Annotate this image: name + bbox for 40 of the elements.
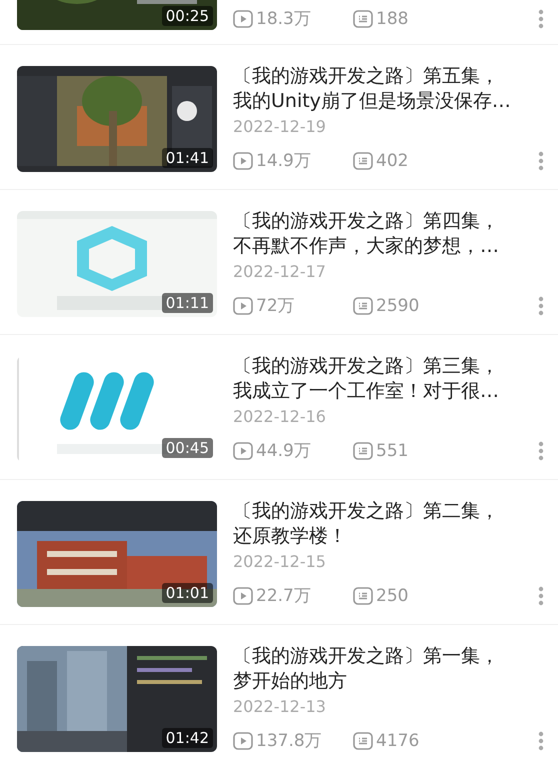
view-count: 72万 [256,295,295,317]
comment-icon [353,152,373,170]
comment-count: 2590 [376,296,420,316]
comment-count: 250 [376,586,408,606]
video-title[interactable]: 〔我的游戏开发之路〕第三集，我成立了一个工作室！对于很… [233,354,558,404]
upload-date: 2022-12-16 [233,407,327,426]
play-icon [233,732,253,750]
duration-badge: 00:45 [162,438,213,458]
video-title[interactable]: 〔我的游戏开发之路〕第四集，不再默不作声，大家的梦想，… [233,209,558,259]
comment-count: 188 [376,8,408,28]
duration-badge: 01:42 [162,728,213,748]
duration-badge: 01:41 [162,148,213,168]
view-count: 18.3万 [256,8,311,30]
duration-badge: 01:01 [162,583,213,603]
comment-icon [353,586,373,604]
play-icon [233,442,253,460]
play-icon [233,10,253,28]
view-count: 137.8万 [256,730,322,752]
comment-count: 402 [376,150,408,170]
duration-badge: 01:11 [162,293,213,313]
play-icon [233,152,253,170]
upload-date: 2022-12-13 [233,697,327,716]
upload-date: 2022-12-15 [233,552,327,571]
play-icon [233,296,253,314]
comment-icon [353,10,373,28]
view-count: 14.9万 [256,150,311,172]
view-count: 22.7万 [256,585,311,607]
video-title[interactable]: 〔我的游戏开发之路〕第一集，梦开始的地方 [233,644,558,694]
comment-count: 551 [376,440,408,460]
duration-badge: 00:25 [162,6,213,26]
video-title[interactable]: 〔我的游戏开发之路〕第二集，还原教学楼！ [233,499,558,549]
play-icon [233,586,253,604]
comment-icon [353,732,373,750]
comment-icon [353,296,373,314]
upload-date: 2022-12-19 [233,117,327,136]
comment-icon [353,442,373,460]
video-title[interactable]: 〔我的游戏开发之路〕第五集，我的Unity崩了但是场景没保存… [233,64,558,114]
comment-count: 4176 [376,730,420,750]
upload-date: 2022-12-17 [233,262,327,281]
view-count: 44.9万 [256,440,311,462]
